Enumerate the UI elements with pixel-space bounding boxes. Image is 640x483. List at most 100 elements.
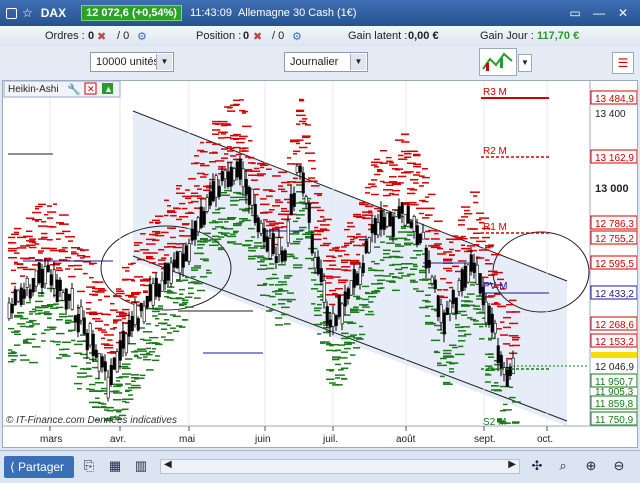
candle-body	[178, 251, 182, 274]
minimize-button[interactable]: —	[592, 6, 606, 20]
candle-body	[376, 222, 380, 236]
candle-body	[445, 307, 449, 315]
instrument-name: Allemagne 30 Cash (1€)	[237, 7, 357, 19]
horizontal-scrollbar[interactable]: ◀ ▶	[160, 459, 520, 474]
candle-body	[391, 216, 395, 237]
candle-body	[268, 238, 272, 259]
candle-body	[145, 295, 149, 308]
candle-body	[379, 209, 383, 230]
pivot-label-r3: R3 M	[483, 87, 507, 98]
candle-body	[454, 297, 458, 315]
candle-body	[490, 313, 494, 333]
candle-body	[310, 233, 314, 254]
link-icon[interactable]: ⎘	[80, 457, 98, 475]
candle-body	[463, 266, 467, 288]
candle-body	[88, 323, 92, 346]
price-label: 12 595,5	[595, 259, 634, 270]
candle-body	[319, 268, 323, 283]
candle-body	[28, 289, 32, 299]
chart-type-dropdown[interactable]: ▼	[518, 54, 532, 72]
candle-body	[160, 279, 164, 292]
chart-type-icon[interactable]	[479, 48, 517, 76]
position-value: 0	[243, 30, 250, 42]
candle-body	[64, 288, 68, 310]
candle-body	[475, 264, 479, 285]
price-label: 11 750,9	[595, 415, 634, 426]
zoom-fit-icon[interactable]: ⌕	[554, 457, 572, 475]
position-settings-icon[interactable]: ⚙	[292, 30, 302, 43]
price-chart[interactable]: R3 M R2 M R1 M PV M S2 M 13 484,9 13 400 1…	[3, 80, 638, 447]
x-axis-label: juin	[254, 434, 271, 445]
candle-body	[415, 225, 419, 245]
options-icon[interactable]: ☰	[612, 52, 634, 74]
chart-area[interactable]: R3 M R2 M R1 M PV M S2 M 13 484,9 13 400 1…	[2, 80, 638, 448]
candle-body	[97, 353, 101, 372]
close-position-icon[interactable]: ✖	[253, 30, 262, 43]
candle-body	[103, 361, 107, 372]
candle-body	[205, 197, 209, 212]
candle-body	[508, 366, 512, 376]
cancel-orders-icon[interactable]: ✖	[97, 30, 106, 43]
price-label: 13 162,9	[595, 153, 634, 164]
controls-bar: 10000 unités ▼ Journalier ▼ ▼ ☰	[0, 46, 640, 80]
x-axis-label: oct.	[537, 434, 553, 445]
chevron-down-icon[interactable]: ▼	[350, 54, 366, 70]
candle-body	[10, 304, 14, 314]
candle-body	[139, 303, 143, 312]
keyboard-icon[interactable]: ▭	[568, 6, 582, 20]
candle-body	[256, 217, 260, 233]
candle-body	[232, 168, 236, 181]
orders-settings-icon[interactable]: ⚙	[137, 30, 147, 43]
indicator-label: Heikin-Ashi	[8, 84, 59, 95]
candle-body	[244, 179, 248, 195]
candle-body	[199, 206, 203, 228]
candle-body	[361, 262, 365, 273]
candle-body	[40, 268, 44, 288]
price-badge: 12 072,6 (+0,54%)	[81, 5, 182, 21]
candle-body	[358, 267, 362, 285]
candle-body	[289, 194, 293, 216]
candle-body	[373, 218, 377, 235]
candle-body	[406, 205, 410, 224]
star-icon[interactable]: ☆	[22, 6, 33, 20]
pivot-label-r2: R2 M	[483, 146, 507, 157]
scroll-left-icon[interactable]: ◀	[164, 459, 172, 470]
scroll-right-icon[interactable]: ▶	[508, 459, 516, 470]
pivot-label-pv: PV M	[483, 281, 507, 292]
grid-icon[interactable]: ▦	[106, 457, 124, 475]
price-label: 11 859,8	[595, 399, 634, 410]
candle-body	[271, 233, 275, 254]
candle-body	[397, 206, 401, 219]
symbol-label: DAX	[40, 6, 67, 20]
orders-label: Ordres :	[45, 30, 85, 42]
period-select[interactable]: Journalier ▼	[284, 52, 368, 72]
candle-body	[274, 256, 278, 264]
close-button[interactable]: ✕	[616, 6, 630, 20]
candle-body	[298, 165, 302, 173]
share-button[interactable]: ⟨ Partager	[4, 456, 74, 478]
pivot-label-s2: S2 M	[483, 417, 506, 428]
price-label: 13 484,9	[595, 94, 634, 105]
candle-body	[496, 345, 500, 363]
wrench-icon[interactable]: 🔧	[67, 82, 81, 96]
layout-icon[interactable]: ▥	[132, 457, 150, 475]
candle-body	[307, 202, 311, 223]
candle-body	[25, 278, 29, 288]
chevron-down-icon[interactable]: ▼	[156, 54, 172, 70]
candle-body	[385, 212, 389, 227]
candle-body	[262, 228, 266, 243]
candle-body	[184, 245, 188, 262]
x-axis-label: août	[396, 434, 416, 445]
candle-body	[448, 300, 452, 315]
zoom-out-icon[interactable]: ⊖	[610, 457, 628, 475]
candle-body	[223, 169, 227, 180]
candle-body	[130, 315, 134, 332]
quantity-select[interactable]: 10000 unités ▼	[90, 52, 174, 72]
zoom-in-icon[interactable]: ⊕	[582, 457, 600, 475]
candle-body	[469, 254, 473, 272]
bottom-bar: ⟨ Partager ⎘ ▦ ▥ ◀ ▶ ✣ ⌕ ⊕ ⊖	[0, 450, 640, 483]
crosshair-icon[interactable]: ✣	[528, 457, 546, 475]
candle-body	[388, 212, 392, 227]
candle-body	[229, 166, 233, 187]
candle-body	[478, 273, 482, 294]
